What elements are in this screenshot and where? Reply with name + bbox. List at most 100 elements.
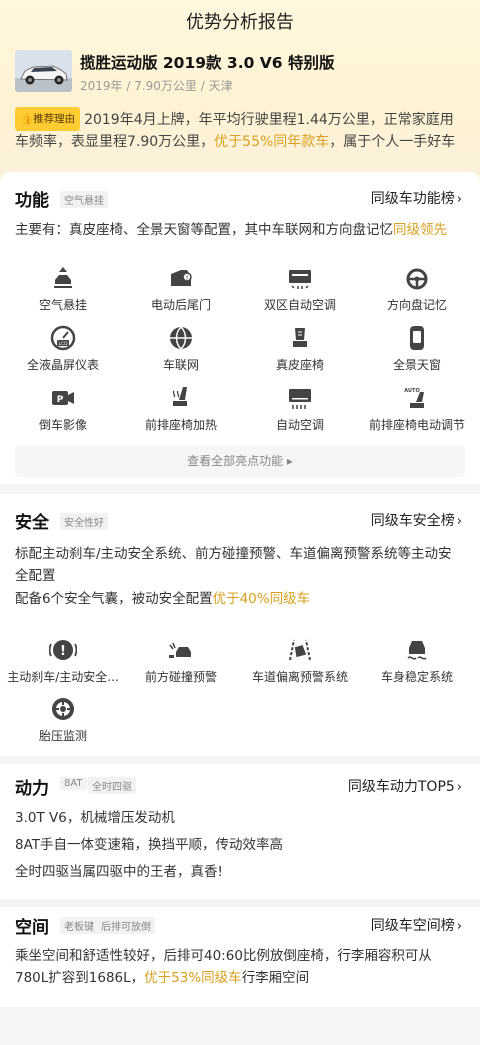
function-rank-label: 同级车功能榜 bbox=[370, 191, 455, 207]
function-title: 功能 bbox=[15, 191, 49, 211]
reverse-camera-icon: P bbox=[3, 384, 123, 414]
svg-text:AUTO: AUTO bbox=[404, 388, 419, 394]
power-seat-icon: AUTO bbox=[357, 384, 477, 414]
triangle-right-icon: ▸ bbox=[286, 454, 293, 468]
recommend-reason: 👍推荐理由 2019年4月上牌，年平均行驶里程1.44万公里，正常家庭用车频率，表… bbox=[15, 107, 465, 159]
function-rank-link[interactable]: 同级车功能榜 › bbox=[371, 188, 462, 208]
feature-seat-heating[interactable]: 前排座椅加热 bbox=[121, 384, 241, 433]
feature-label: 全液晶屏仪表 bbox=[26, 358, 99, 372]
safety-active-brake[interactable]: ! 主动刹车/主动安全... bbox=[3, 636, 123, 685]
svg-text:LCD: LCD bbox=[58, 341, 68, 347]
safety-lane-departure[interactable]: 车道偏离预警系统 bbox=[240, 636, 360, 685]
feature-label: 倒车影像 bbox=[38, 418, 87, 432]
chevron-right-icon: › bbox=[456, 514, 462, 529]
safety-tag: 安全性好 bbox=[60, 513, 108, 530]
steering-memory-icon bbox=[357, 264, 477, 294]
svg-text:!: ! bbox=[186, 274, 189, 282]
function-summary-text: 主要有：真皮座椅、全景天窗等配置，其中车联网和方向盘记忆 bbox=[15, 222, 393, 238]
safety-feature-label: 主动刹车/主动安全... bbox=[7, 670, 119, 684]
feature-power-tailgate[interactable]: ! 电动后尾门 bbox=[121, 264, 241, 313]
feature-reverse-camera[interactable]: P 倒车影像 bbox=[3, 384, 123, 433]
auto-ac-icon bbox=[240, 384, 360, 414]
safety-section: 安全 安全性好 同级车安全榜 › 标配主动刹车/主动安全系统、前方碰撞预警、车道偏… bbox=[0, 494, 480, 756]
space-tag-boss-key: 老板键 bbox=[60, 917, 98, 934]
reason-text-2: ，属于个人一手好车 bbox=[329, 134, 456, 150]
feature-label: 车联网 bbox=[162, 358, 199, 372]
lane-departure-icon bbox=[240, 636, 360, 666]
power-tag-drivetrain: 全时四驱 bbox=[88, 777, 136, 794]
recommend-badge: 👍推荐理由 bbox=[15, 107, 81, 131]
show-all-features-button[interactable]: 查看全部亮点功能 ▸ bbox=[15, 445, 465, 477]
show-all-features-label: 查看全部亮点功能 bbox=[187, 454, 284, 468]
space-title: 空间 bbox=[15, 918, 49, 938]
feature-steering-memory[interactable]: 方向盘记忆 bbox=[357, 264, 477, 313]
thumbs-up-icon: 👍 bbox=[20, 113, 34, 125]
feature-dual-zone-ac[interactable]: 双区自动空调 bbox=[240, 264, 360, 313]
feature-label: 前排座椅加热 bbox=[144, 418, 217, 432]
lcd-cluster-icon: LCD bbox=[3, 324, 123, 354]
recommend-reason-text: 👍推荐理由 2019年4月上牌，年平均行驶里程1.44万公里，正常家庭用车频率，表… bbox=[15, 107, 465, 153]
power-engine-line: 3.0T V6，机械增压发动机 bbox=[15, 810, 175, 826]
feature-auto-ac[interactable]: 自动空调 bbox=[240, 384, 360, 433]
feature-label: 全景天窗 bbox=[392, 358, 441, 372]
active-brake-icon: ! bbox=[3, 636, 123, 666]
function-summary-highlight: 同级领先 bbox=[393, 222, 447, 238]
chevron-right-icon: › bbox=[456, 780, 462, 795]
car-thumbnail[interactable] bbox=[15, 50, 72, 92]
feature-label: 空气悬挂 bbox=[38, 298, 87, 312]
collision-warning-icon bbox=[121, 636, 241, 666]
power-rank-link[interactable]: 同级车动力TOP5 › bbox=[348, 776, 462, 796]
space-tag-rear-fold: 后排可放倒 bbox=[97, 917, 155, 934]
safety-passive-highlight: 优于40%同级车 bbox=[212, 591, 311, 607]
power-tailgate-icon: ! bbox=[121, 264, 241, 294]
seat-heating-icon bbox=[121, 384, 241, 414]
chevron-right-icon: › bbox=[456, 919, 462, 934]
safety-passive-text: 配备6个安全气囊，被动安全配置 bbox=[15, 591, 213, 607]
safety-rank-label: 同级车安全榜 bbox=[370, 513, 455, 529]
safety-feature-label: 车道偏离预警系统 bbox=[251, 670, 348, 684]
safety-tire-pressure[interactable]: 胎压监测 bbox=[3, 695, 123, 744]
power-section: 动力 8AT 全时四驱 同级车动力TOP5 › 3.0T V6，机械增压发动机 8… bbox=[0, 764, 480, 899]
tire-pressure-icon bbox=[3, 695, 123, 725]
feature-label: 前排座椅电动调节 bbox=[368, 418, 465, 432]
feature-label: 双区自动空调 bbox=[263, 298, 336, 312]
feature-label: 真皮座椅 bbox=[275, 358, 324, 372]
space-rank-link[interactable]: 同级车空间榜 › bbox=[371, 915, 462, 935]
power-title: 动力 bbox=[15, 779, 49, 799]
car-meta: 2019年 / 7.90万公里 / 天津 bbox=[80, 79, 233, 93]
air-suspension-icon bbox=[3, 264, 123, 294]
space-summary: 乘坐空间和舒适性较好，后排可40:60比例放倒座椅，行李厢容积可从780L扩容到… bbox=[15, 945, 465, 989]
leather-seat-icon bbox=[240, 324, 360, 354]
reason-highlight: 优于55%同年款车 bbox=[214, 134, 330, 150]
feature-connected-car[interactable]: 车联网 bbox=[121, 324, 241, 373]
safety-stability-control[interactable]: 车身稳定系统 bbox=[357, 636, 477, 685]
feature-lcd-cluster[interactable]: LCD 全液晶屏仪表 bbox=[3, 324, 123, 373]
power-drive-line: 全时四驱当属四驱中的王者，真香! bbox=[15, 864, 223, 880]
connected-car-icon bbox=[121, 324, 241, 354]
svg-text:!: ! bbox=[60, 644, 66, 659]
dual-zone-ac-icon bbox=[240, 264, 360, 294]
function-summary: 主要有：真皮座椅、全景天窗等配置，其中车联网和方向盘记忆同级领先 bbox=[15, 219, 465, 241]
stability-control-icon bbox=[357, 636, 477, 666]
space-summary-tail: 行李厢空间 bbox=[241, 970, 310, 986]
feature-label: 自动空调 bbox=[275, 418, 324, 432]
report-header: 优势分析报告 揽胜运动版 2019款 3.0 V6 特别版 2019年 / 7.… bbox=[0, 0, 480, 185]
space-rank-label: 同级车空间榜 bbox=[370, 918, 455, 934]
feature-label: 电动后尾门 bbox=[150, 298, 211, 312]
function-tag: 空气悬挂 bbox=[60, 191, 108, 208]
feature-power-seat[interactable]: AUTO 前排座椅电动调节 bbox=[357, 384, 477, 433]
chevron-right-icon: › bbox=[456, 192, 462, 207]
power-rank-label: 同级车动力TOP5 bbox=[347, 779, 455, 795]
safety-collision-warning[interactable]: 前方碰撞预警 bbox=[121, 636, 241, 685]
car-name: 揽胜运动版 2019款 3.0 V6 特别版 bbox=[80, 54, 335, 72]
space-summary-highlight: 优于53%同级车 bbox=[144, 970, 242, 986]
power-tag-transmission: 8AT bbox=[60, 777, 87, 790]
panoramic-roof-icon bbox=[357, 324, 477, 354]
feature-leather-seat[interactable]: 真皮座椅 bbox=[240, 324, 360, 373]
feature-panoramic-roof[interactable]: 全景天窗 bbox=[357, 324, 477, 373]
safety-feature-label: 车身稳定系统 bbox=[380, 670, 453, 684]
safety-rank-link[interactable]: 同级车安全榜 › bbox=[371, 510, 462, 530]
feature-label: 方向盘记忆 bbox=[386, 298, 447, 312]
feature-air-suspension[interactable]: 空气悬挂 bbox=[3, 264, 123, 313]
safety-title: 安全 bbox=[15, 513, 49, 533]
